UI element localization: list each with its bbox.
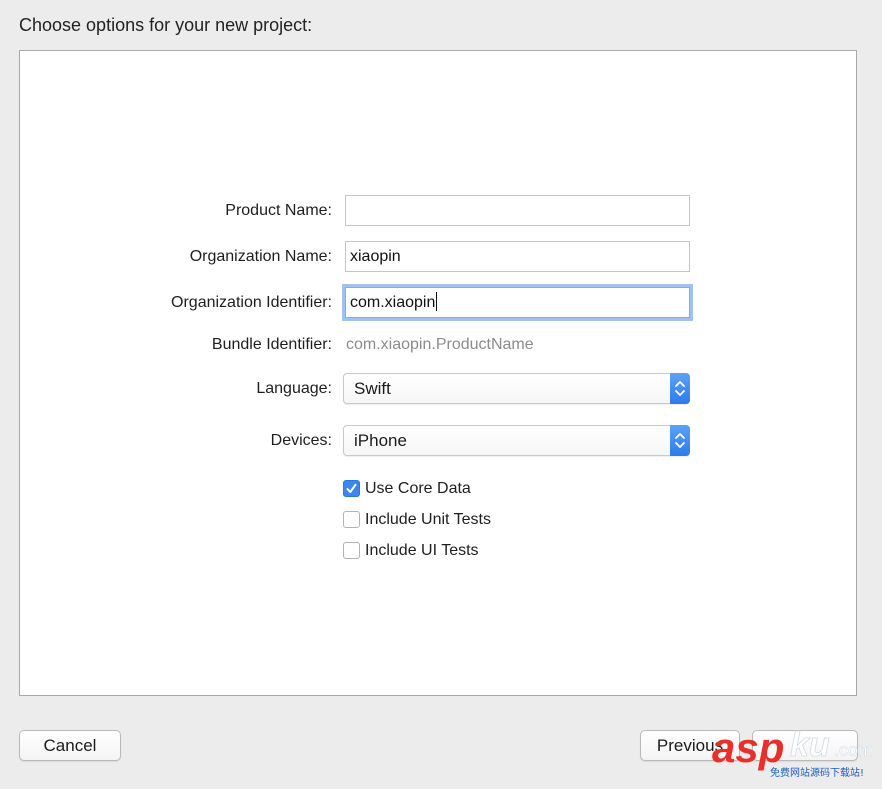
text-caret bbox=[436, 292, 438, 311]
language-select[interactable]: Swift bbox=[343, 373, 690, 404]
include-unit-tests-checkbox[interactable] bbox=[343, 511, 360, 528]
organization-identifier-input[interactable]: com.xiaopin bbox=[345, 287, 690, 318]
devices-select[interactable]: iPhone bbox=[343, 425, 690, 456]
bundle-identifier-label: Bundle Identifier: bbox=[211, 336, 332, 353]
product-name-row: Product Name: bbox=[20, 195, 856, 227]
product-name-input[interactable] bbox=[345, 195, 690, 226]
devices-label: Devices: bbox=[270, 432, 332, 449]
bundle-identifier-row: Bundle Identifier: com.xiaopin.ProductNa… bbox=[20, 329, 856, 361]
checkmark-icon bbox=[346, 483, 357, 493]
watermark-logo: asp ku .com 免费网站源码下载站! bbox=[712, 722, 882, 784]
bundle-identifier-value: com.xiaopin.ProductName bbox=[346, 336, 534, 353]
language-selected-value: Swift bbox=[354, 379, 391, 398]
include-ui-tests-checkbox[interactable] bbox=[343, 542, 360, 559]
language-row: Language: Swift bbox=[20, 373, 856, 405]
dialog-heading: Choose options for your new project: bbox=[19, 15, 313, 35]
watermark-tagline: 免费网站源码下载站! bbox=[770, 766, 864, 779]
organization-name-label: Organization Name: bbox=[189, 248, 332, 265]
devices-selected-value: iPhone bbox=[354, 431, 407, 450]
use-core-data-checkbox[interactable] bbox=[343, 480, 360, 497]
options-panel: Product Name: Organization Name: xiaopin… bbox=[19, 50, 857, 696]
product-name-label: Product Name: bbox=[225, 202, 332, 219]
organization-identifier-label: Organization Identifier: bbox=[171, 294, 332, 311]
organization-identifier-value: com.xiaopin bbox=[350, 294, 436, 311]
watermark-brand: asp bbox=[712, 724, 784, 771]
up-down-chevron-icon bbox=[670, 425, 690, 456]
watermark-brand-suffix: ku bbox=[790, 726, 830, 764]
include-ui-tests-label[interactable]: Include UI Tests bbox=[365, 541, 479, 561]
cancel-button[interactable]: Cancel bbox=[19, 730, 121, 761]
organization-identifier-row: Organization Identifier: com.xiaopin bbox=[20, 287, 856, 319]
organization-name-input[interactable]: xiaopin bbox=[345, 241, 690, 272]
language-label: Language: bbox=[256, 380, 332, 397]
include-unit-tests-label[interactable]: Include Unit Tests bbox=[365, 510, 491, 530]
use-core-data-label[interactable]: Use Core Data bbox=[365, 479, 471, 499]
devices-row: Devices: iPhone bbox=[20, 425, 856, 457]
organization-name-row: Organization Name: xiaopin bbox=[20, 241, 856, 273]
up-down-chevron-icon bbox=[670, 373, 690, 404]
watermark-domain: .com bbox=[834, 740, 873, 760]
